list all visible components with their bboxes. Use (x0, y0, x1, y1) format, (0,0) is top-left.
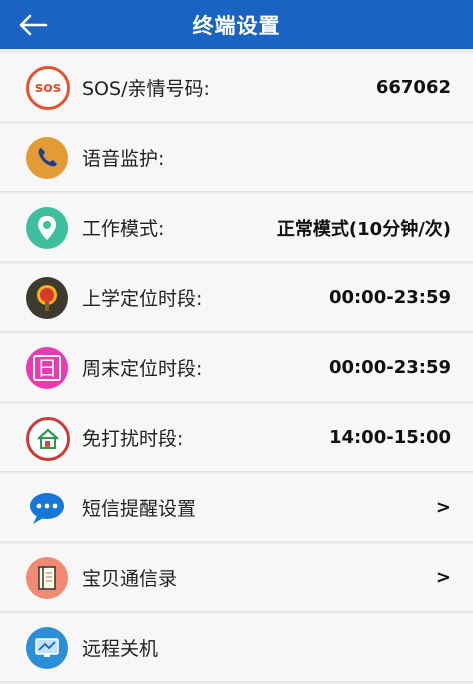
settings-item-value: 667062 (375, 77, 451, 98)
chevron-right-icon: > (435, 497, 451, 518)
settings-list: sos SOS/亲情号码: 667062 语音监护: 工作模式: 正常模式(10… (0, 54, 473, 684)
chat-bubble-icon (26, 487, 68, 529)
back-button[interactable] (18, 0, 58, 49)
settings-item-label: 短信提醒设置 (82, 498, 197, 520)
settings-item-label: 周末定位时段: (82, 358, 203, 380)
calendar-icon: 日 (26, 347, 68, 389)
phone-icon (26, 137, 68, 179)
tree-icon (26, 277, 68, 319)
settings-item-label: SOS/亲情号码: (82, 78, 210, 100)
settings-item-label: 免打扰时段: (82, 428, 184, 450)
settings-item-weekend-time[interactable]: 日 周末定位时段: 00:00-23:59 (0, 334, 473, 402)
settings-item-label: 宝贝通信录 (82, 568, 178, 590)
settings-item-value: 00:00-23:59 (328, 357, 451, 378)
settings-item-contacts[interactable]: 宝贝通信录 > (0, 544, 473, 612)
settings-item-label: 工作模式: (82, 218, 165, 240)
settings-item-value: 正常模式(10分钟/次) (276, 218, 451, 240)
settings-item-label: 上学定位时段: (82, 288, 203, 310)
house-icon (26, 417, 70, 461)
settings-item-do-not-disturb[interactable]: 免打扰时段: 14:00-15:00 (0, 404, 473, 472)
settings-item-sms[interactable]: 短信提醒设置 > (0, 474, 473, 542)
settings-item-voice[interactable]: 语音监护: (0, 124, 473, 192)
settings-item-value: 00:00-23:59 (328, 287, 451, 308)
settings-item-label: 语音监护: (82, 148, 165, 170)
settings-item-label: 远程关机 (82, 638, 159, 660)
chevron-right-icon: > (435, 567, 451, 588)
location-pin-icon (26, 207, 68, 249)
address-book-icon (26, 557, 68, 599)
settings-item-work-mode[interactable]: 工作模式: 正常模式(10分钟/次) (0, 194, 473, 262)
settings-item-value: 14:00-15:00 (328, 427, 451, 448)
sos-icon: sos (26, 66, 70, 110)
app-header: 终端设置 (0, 0, 473, 49)
page-title: 终端设置 (192, 13, 281, 38)
settings-item-school-time[interactable]: 上学定位时段: 00:00-23:59 (0, 264, 473, 332)
settings-item-remote-shutdown[interactable]: 远程关机 (0, 614, 473, 682)
settings-item-sos[interactable]: sos SOS/亲情号码: 667062 (0, 54, 473, 122)
monitor-icon (26, 627, 68, 669)
arrow-left-icon (19, 14, 48, 35)
